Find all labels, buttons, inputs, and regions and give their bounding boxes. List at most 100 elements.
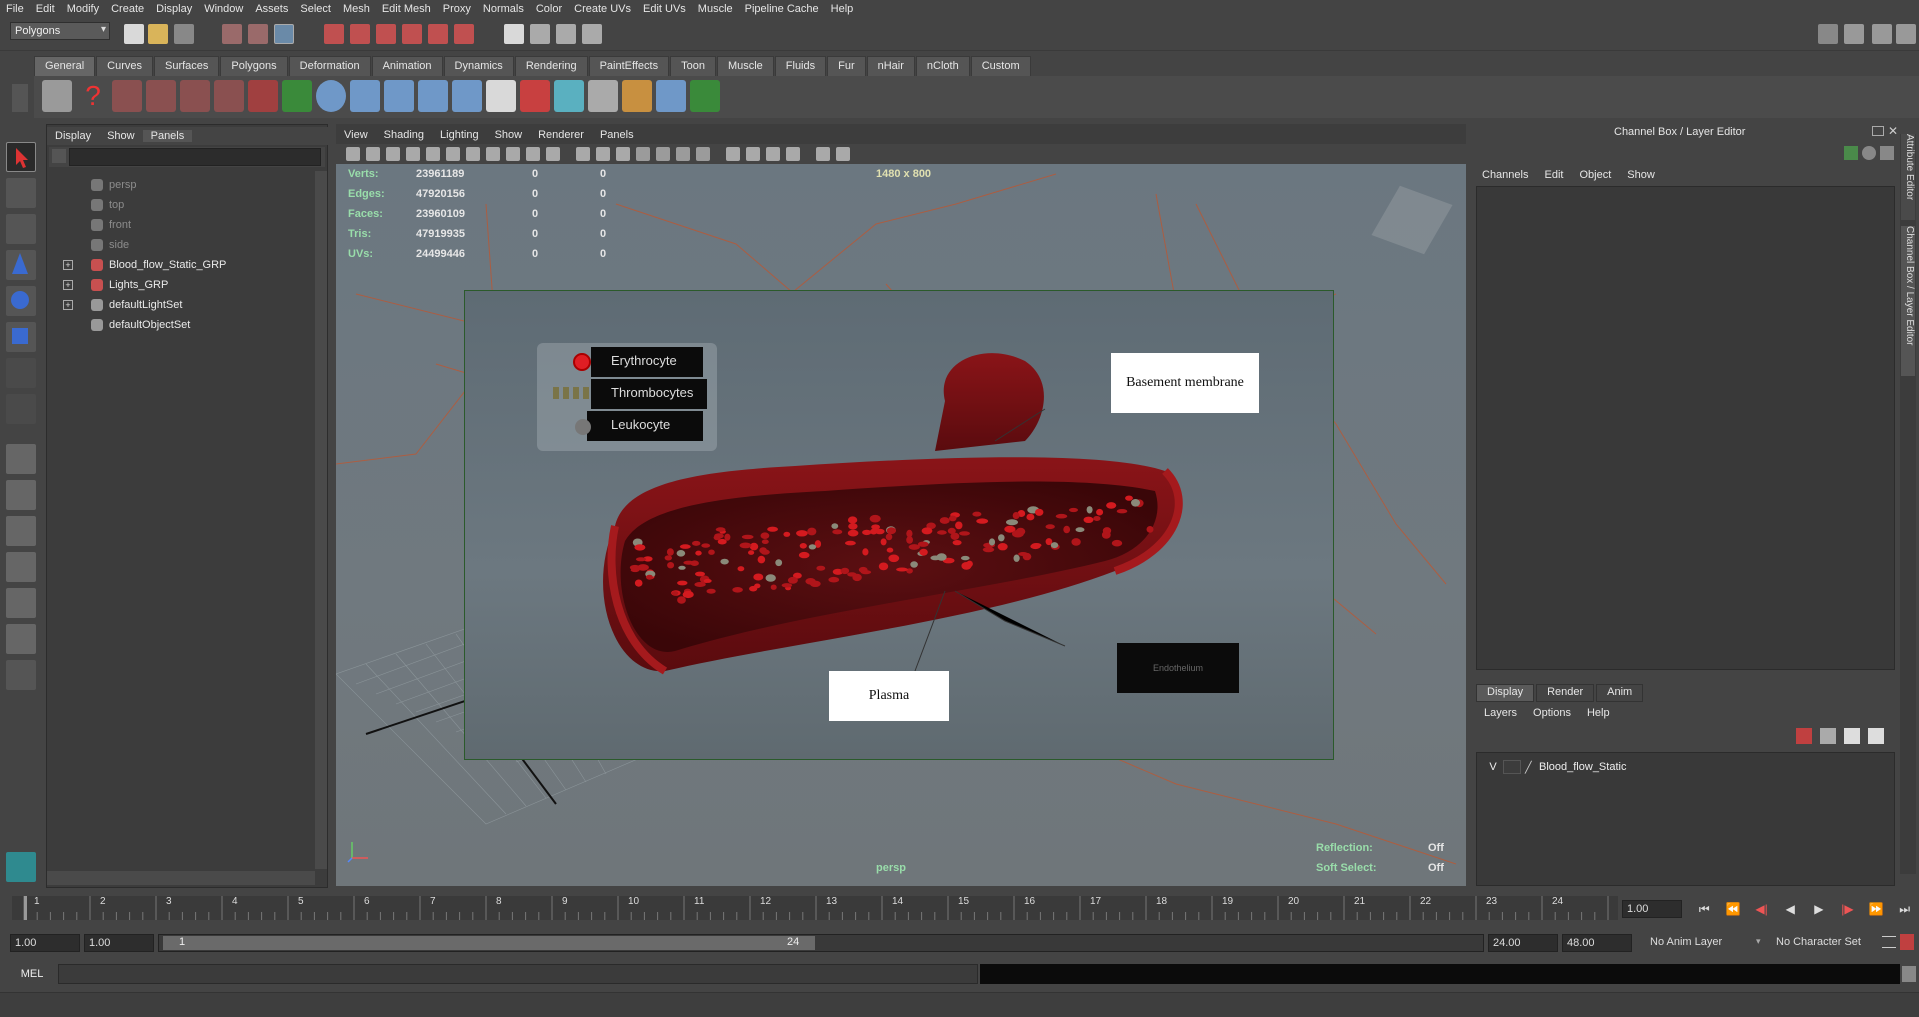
animation-start-field[interactable]: 1.00 [10, 934, 80, 952]
shelf-tab-dynamics[interactable]: Dynamics [443, 56, 514, 76]
toggle-channel-box-icon[interactable] [1896, 24, 1916, 44]
shelf-tab-fur[interactable]: Fur [827, 56, 866, 76]
step-back-key-icon[interactable]: ⏪ [1724, 900, 1742, 918]
grid-icon[interactable] [426, 147, 440, 161]
cluster-icon[interactable] [350, 80, 380, 112]
mel-toggle-button[interactable]: MEL [10, 964, 54, 984]
layer-options-icon[interactable] [1844, 728, 1860, 744]
play-backward-icon[interactable]: ◀ [1781, 900, 1799, 918]
render-settings-icon[interactable] [582, 24, 602, 44]
xray-joints-icon[interactable] [766, 147, 780, 161]
outliner-vertical-scrollbar[interactable] [315, 171, 327, 869]
paint-select-tool-icon[interactable] [6, 214, 36, 244]
outliner-menu-show[interactable]: Show [99, 130, 143, 142]
cube-blue-icon[interactable] [554, 80, 584, 112]
menu-muscle[interactable]: Muscle [692, 3, 739, 15]
wireframe-icon[interactable] [576, 147, 590, 161]
select-hierarchy-icon[interactable] [222, 24, 242, 44]
toolbox-options-icon[interactable] [6, 660, 36, 690]
animation-end-field[interactable]: 48.00 [1562, 934, 1632, 952]
menu-window[interactable]: Window [198, 3, 249, 15]
playback-start-field[interactable]: 1.00 [84, 934, 154, 952]
shelf-tab-ncloth[interactable]: nCloth [915, 56, 970, 76]
outliner-search-input[interactable] [69, 148, 321, 166]
hud-icon[interactable] [836, 147, 850, 161]
select-tool-icon[interactable] [6, 142, 36, 172]
shelf-tab-fluids[interactable]: Fluids [774, 56, 827, 76]
script-editor-icon[interactable] [1902, 966, 1916, 982]
outliner-item[interactable]: + Blood_flow_Static_GRP [47, 255, 317, 275]
open-scene-icon[interactable] [148, 24, 168, 44]
playback-end-field[interactable]: 24.00 [1488, 934, 1558, 952]
rotate-tool-icon[interactable] [6, 286, 36, 316]
menu-proxy[interactable]: Proxy [437, 3, 477, 15]
dopesheet-layout-icon[interactable] [6, 624, 36, 654]
expand-icon[interactable]: + [63, 300, 73, 310]
use-lights-icon[interactable] [636, 147, 650, 161]
render-view-icon[interactable] [504, 24, 524, 44]
tab-channel-box-layer-editor[interactable]: Channel Box / Layer Editor [1901, 226, 1915, 376]
new-empty-layer-icon[interactable] [1820, 728, 1836, 744]
menu-help[interactable]: Help [825, 3, 860, 15]
render-icon[interactable] [530, 24, 550, 44]
render-view-shelf-icon[interactable] [180, 80, 210, 112]
arrow-icon[interactable] [282, 80, 312, 112]
current-time-marker[interactable] [24, 896, 27, 920]
menu-mesh[interactable]: Mesh [337, 3, 376, 15]
play-forward-icon[interactable]: ▶ [1810, 900, 1828, 918]
menu-set-dropdown[interactable]: Polygons [10, 22, 110, 40]
aa-icon[interactable] [696, 147, 710, 161]
camera-attributes-icon[interactable] [366, 147, 380, 161]
hierarchy-icon[interactable] [384, 80, 414, 112]
resolution-gate-icon[interactable] [466, 147, 480, 161]
menu-create[interactable]: Create [105, 3, 150, 15]
new-scene-icon[interactable] [124, 24, 144, 44]
outliner-persp-layout-icon[interactable] [6, 516, 36, 546]
range-slider-handle[interactable]: 1 24 [163, 936, 815, 950]
outliner-menu-display[interactable]: Display [47, 130, 99, 142]
go-to-start-icon[interactable]: ⏮ [1695, 900, 1713, 918]
anim-layer-dropdown[interactable]: No Anim Layer [1636, 934, 1758, 952]
layer-menu-help[interactable]: Help [1579, 707, 1618, 719]
viewport-menu-show[interactable]: Show [487, 129, 531, 141]
shelf-tab-custom[interactable]: Custom [970, 56, 1031, 76]
menu-display[interactable]: Display [150, 3, 198, 15]
channel-menu-show[interactable]: Show [1619, 169, 1663, 181]
viewport-menu-view[interactable]: View [336, 129, 376, 141]
menu-edit-uvs[interactable]: Edit UVs [637, 3, 692, 15]
shelf-tab-painteffects[interactable]: PaintEffects [588, 56, 670, 76]
channel-menu-object[interactable]: Object [1571, 169, 1619, 181]
xray-icon[interactable] [746, 147, 760, 161]
brush-icon[interactable] [622, 80, 652, 112]
outliner-item[interactable]: defaultObjectSet [47, 315, 317, 335]
layer-tab-display[interactable]: Display [1476, 684, 1535, 702]
outliner-item[interactable]: + Lights_GRP [47, 275, 317, 295]
filter-icon[interactable] [52, 149, 66, 163]
channel-menu-edit[interactable]: Edit [1536, 169, 1571, 181]
shelf-menu-icon[interactable] [12, 84, 28, 112]
current-frame-field[interactable]: 1.00 [1622, 900, 1682, 918]
safe-action-icon[interactable] [526, 147, 540, 161]
hypershade-layout-icon[interactable] [6, 588, 36, 618]
channel-menu-channels[interactable]: Channels [1474, 169, 1536, 181]
list-icon[interactable] [486, 80, 516, 112]
float-panel-icon[interactable] [1872, 126, 1884, 136]
ao-icon[interactable] [676, 147, 690, 161]
safe-title-icon[interactable] [546, 147, 560, 161]
viewport-menu-lighting[interactable]: Lighting [432, 129, 487, 141]
help-icon[interactable]: ? [78, 80, 108, 112]
layer-color-icon[interactable]: ╱ [1525, 761, 1539, 774]
shelf-tab-animation[interactable]: Animation [371, 56, 443, 76]
layer-type-toggle[interactable] [1503, 760, 1521, 774]
bookmarks-icon[interactable] [386, 147, 400, 161]
outliner-menu-panels[interactable]: Panels [142, 130, 193, 142]
viewport-canvas[interactable]: 1480 x 800 Verts: 23961189 0 0 Edges: 4792015… [336, 164, 1466, 886]
close-panel-icon[interactable]: ✕ [1888, 124, 1898, 138]
shadows-icon[interactable] [656, 147, 670, 161]
history-icon[interactable] [454, 24, 474, 44]
ik-icon[interactable] [452, 80, 482, 112]
paint-icon[interactable] [146, 80, 176, 112]
new-layer-from-selection-icon[interactable] [1796, 728, 1812, 744]
snap-point-icon[interactable] [376, 24, 396, 44]
last-tool-icon[interactable] [6, 358, 36, 388]
